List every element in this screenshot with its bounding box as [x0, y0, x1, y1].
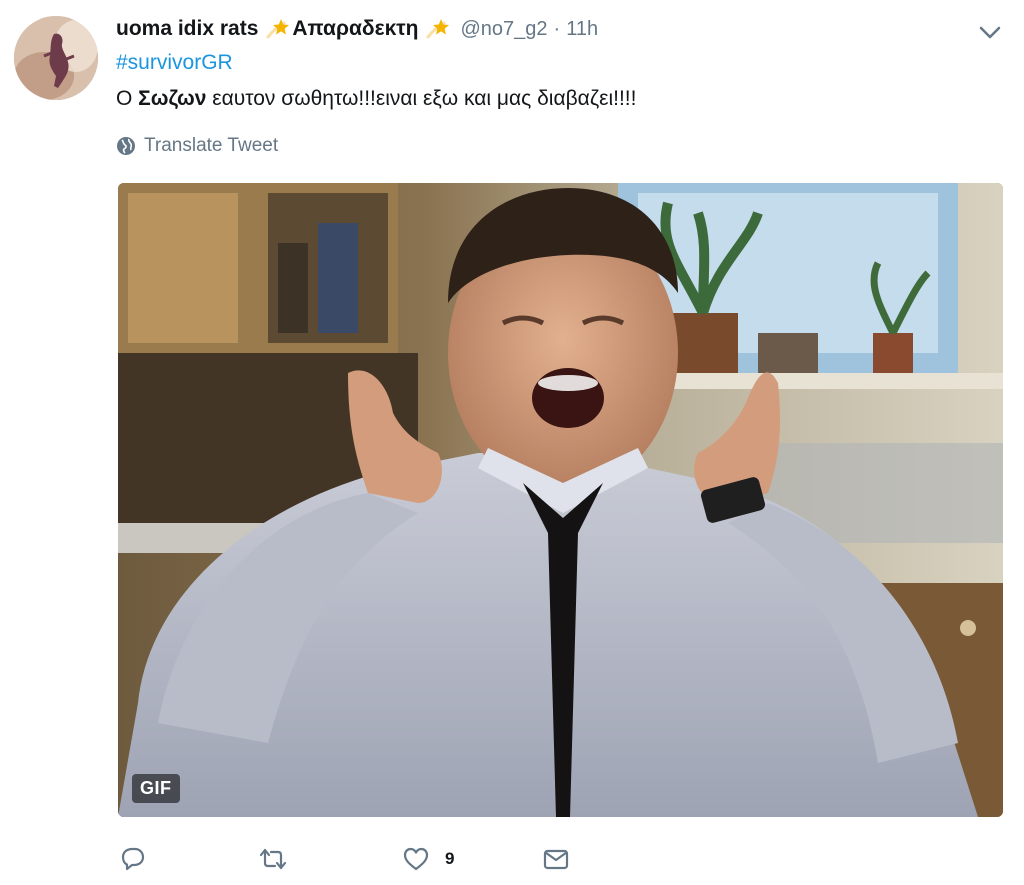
- translate-label: Translate Tweet: [144, 135, 279, 156]
- fullname-part-2: Απαραδεκτη: [292, 17, 419, 40]
- tweet-text-bold: Σωζων: [138, 87, 207, 110]
- globe-icon: [116, 136, 136, 156]
- tweet-text-prefix: Ο: [116, 87, 139, 110]
- fullname-part-1: uoma idix rats: [116, 17, 259, 40]
- like-button[interactable]: 9: [401, 843, 454, 875]
- reply-button[interactable]: [118, 843, 148, 875]
- retweet-icon: [258, 844, 288, 874]
- tweet-text-suffix: εαυτον σωθητω!!!ειναι εξω και μας διαβαζ…: [206, 87, 637, 110]
- timestamp[interactable]: 11h: [566, 18, 598, 41]
- hashtag-link[interactable]: #survivorGR: [116, 51, 233, 75]
- fullname[interactable]: uoma idix rats Απαραδεκτη: [116, 17, 452, 41]
- heart-icon: [401, 844, 431, 874]
- retweet-button[interactable]: [258, 843, 288, 875]
- tweet-header: uoma idix rats Απαραδεκτη @no7_g2 · 11h: [116, 14, 598, 44]
- shooting-star-icon: [264, 17, 290, 41]
- tweet-card: uoma idix rats Απαραδεκτη @no7_g2 · 11h: [0, 0, 1024, 885]
- gif-badge: GIF: [132, 774, 180, 803]
- chevron-down-icon[interactable]: [976, 20, 1004, 44]
- translate-tweet-button[interactable]: Translate Tweet: [116, 135, 278, 157]
- avatar[interactable]: [14, 16, 98, 100]
- direct-message-button[interactable]: [541, 843, 571, 875]
- gif-media[interactable]: GIF: [118, 183, 1003, 817]
- separator-dot: ·: [553, 17, 561, 40]
- tweet-text: Ο Σωζων εαυτον σωθητω!!!ειναι εξω και μα…: [116, 87, 636, 111]
- reply-icon: [118, 844, 148, 874]
- like-count: 9: [445, 849, 455, 868]
- envelope-icon: [541, 844, 571, 874]
- shooting-star-icon: [424, 17, 450, 41]
- screen-name[interactable]: @no7_g2: [460, 18, 547, 41]
